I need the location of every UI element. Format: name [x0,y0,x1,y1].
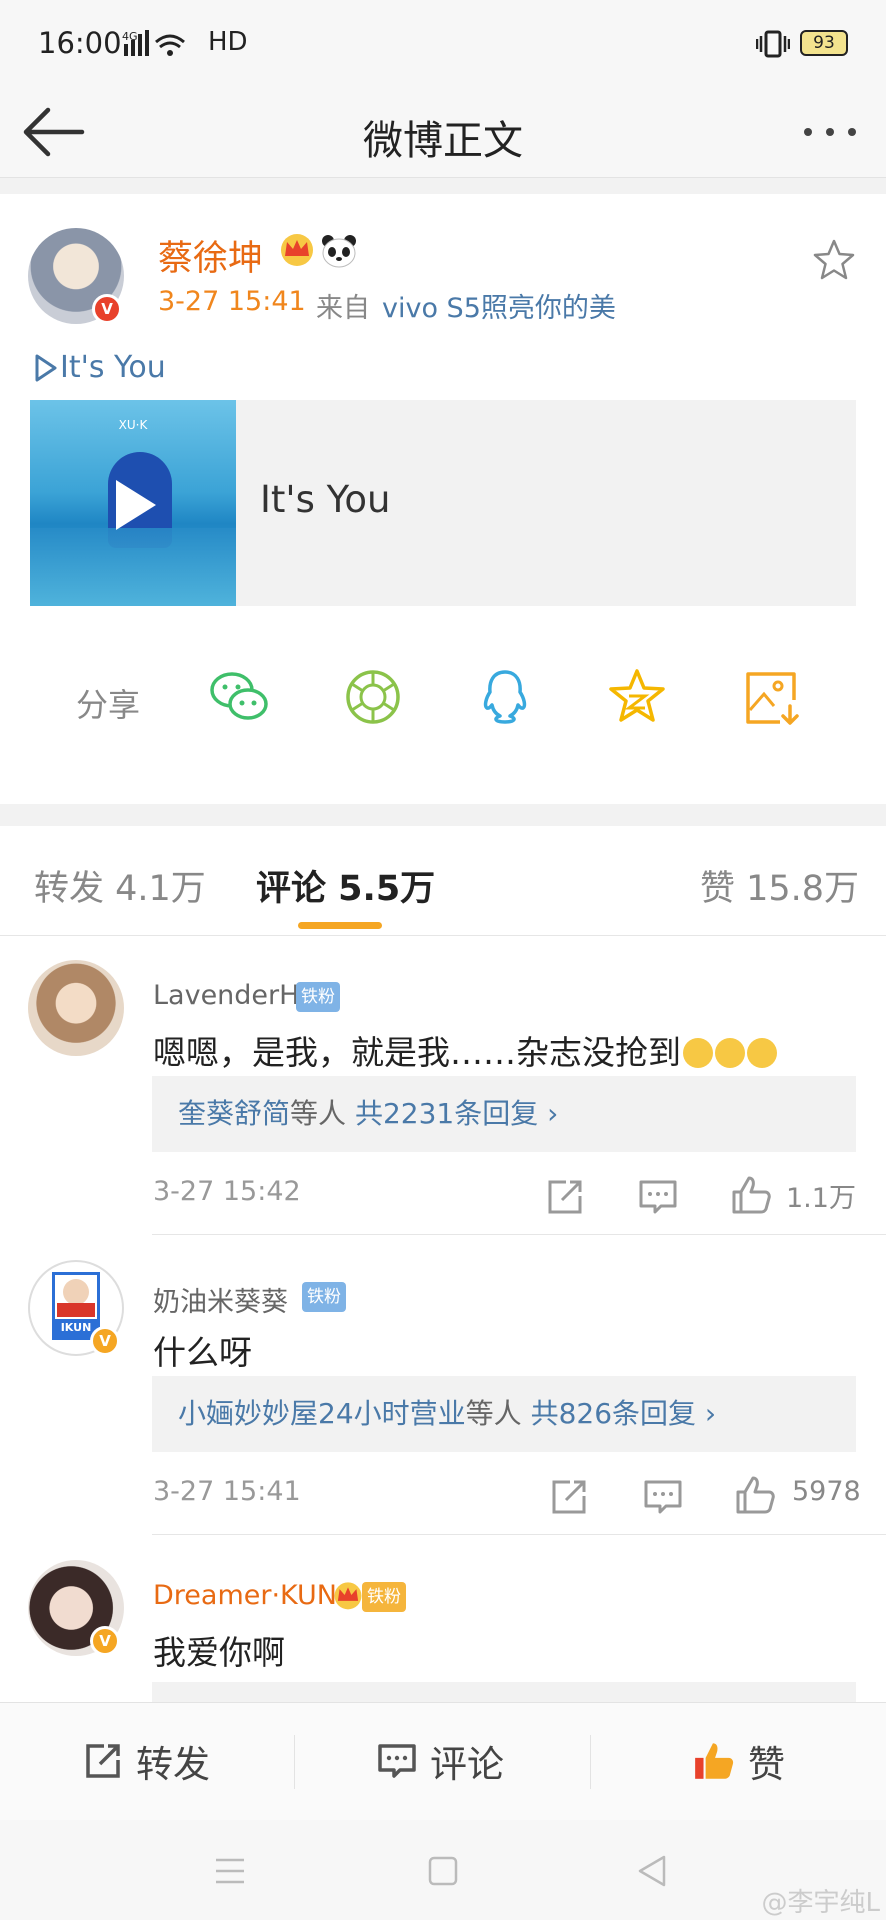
comment-time: 3-27 15:42 [153,1176,301,1207]
divider [152,1534,886,1535]
counts-bar: 转发 4.1万 评论 5.5万 赞 15.8万 [0,826,886,936]
album-cover: XU·K [30,400,236,606]
favorite-star-icon[interactable] [812,238,856,282]
comment-text: 什么呀 [153,1333,252,1372]
fan-badge: 铁粉 [302,1282,346,1312]
share-comment-icon[interactable] [544,1176,586,1218]
share-label: 分享 [76,686,141,724]
divider [294,1735,295,1789]
post-card: V 蔡徐坤 3-27 15:41 来自 vivo S5照亮你的美 It's Yo… [0,194,886,804]
panda-icon [322,235,356,268]
tab-likes[interactable]: 赞 15.8万 [700,860,859,911]
divider [152,1234,886,1235]
comment-icon [378,1744,416,1778]
music-link-text: It's You [60,350,166,385]
nav-bar: 微博正文 [0,88,886,178]
status-time: 16:00 [38,26,122,60]
play-outline-icon [35,354,57,381]
hd-label: HD [208,27,248,57]
fan-badge: 铁粉 [362,1582,406,1612]
reply-names: 奎葵舒简 [178,1097,291,1130]
wechat-icon[interactable] [208,666,270,728]
post-time: 3-27 15:41 [158,286,306,317]
reply-count: 共2231条回复 › [354,1097,559,1130]
like-comment-icon[interactable] [734,1474,776,1516]
avatar-card: IKUN [52,1272,100,1340]
source-link[interactable]: vivo S5照亮你的美 [382,286,616,325]
system-nav-bar [0,1820,886,1920]
status-bar: 16:00 4G HD 93 [0,0,886,88]
comment-text: 嗯嗯，是我，就是我……杂志没抢到 [153,1026,777,1074]
tab-reposts[interactable]: 转发 4.1万 [34,860,206,911]
author-name[interactable]: 蔡徐坤 [158,230,263,281]
crying-emoji-icon [683,1038,713,1068]
menu-icon[interactable] [214,1856,246,1886]
like-button[interactable]: 赞 [692,1735,785,1787]
reply-names: 小婳妙妙屋24小时营业 [178,1397,466,1430]
play-button-icon[interactable] [116,480,156,530]
replies-summary[interactable]: 奎葵舒简等人 共2231条回复 › [152,1076,856,1152]
music-title: It's You [260,478,391,521]
crown-icon [334,1582,362,1610]
like-comment-icon[interactable] [730,1174,772,1216]
replies-summary[interactable]: 小婳妙妙屋24小时营业等人 共826条回复 › [152,1376,856,1452]
reply-comment-icon[interactable] [642,1476,684,1518]
commenter-name[interactable]: LavenderH [153,980,299,1011]
comment-text: 我爱你啊 [153,1633,285,1672]
like-count: 1.1万 [786,1183,856,1214]
crying-emoji-icon [715,1038,745,1068]
commenter-name[interactable]: Dreamer·KUN [153,1580,337,1611]
comment-label: 评论 [430,1743,504,1786]
more-options-icon[interactable] [800,122,860,142]
comment-text-content: 嗯嗯，是我，就是我……杂志没抢到 [153,1033,681,1072]
signal-icon: 4G [122,30,185,56]
crying-emoji-icon [747,1038,777,1068]
like-thumb-icon [695,1743,734,1779]
comment-button[interactable]: 评论 [376,1735,504,1787]
source-prefix: 来自 [316,293,370,324]
active-tab-indicator [298,922,382,929]
divider [590,1735,591,1789]
page-title: 微博正文 [363,118,523,164]
like-count: 5978 [792,1476,861,1507]
cover-logo: XU·K [118,418,148,432]
qzone-icon[interactable] [606,666,668,728]
verified-badge-icon: V [90,1326,120,1356]
crown-icon [281,234,313,266]
save-image-icon[interactable] [740,666,802,728]
commenter-name[interactable]: 奶油米葵葵 [153,1280,288,1319]
repost-button[interactable]: 转发 [82,1735,210,1787]
verified-badge-icon: V [92,294,122,324]
moments-icon[interactable] [342,666,404,728]
commenter-avatar[interactable] [28,960,124,1056]
comment-time: 3-27 15:41 [153,1476,301,1507]
comments-list: LavenderH 铁粉 嗯嗯，是我，就是我……杂志没抢到 奎葵舒简等人 共22… [0,936,886,1702]
music-link[interactable]: It's You [34,350,166,385]
vibrate-icon [756,30,790,58]
network-label: 4G [122,30,138,43]
battery-indicator: 93 [800,30,848,56]
fan-badge: 铁粉 [296,982,340,1012]
replies-summary[interactable] [152,1682,856,1702]
reply-comment-icon[interactable] [637,1176,679,1218]
watermark: @李宇纯L [761,1888,881,1918]
repost-label: 转发 [136,1743,210,1786]
music-card[interactable]: XU·K It's You [30,400,856,606]
back-triangle-icon[interactable] [636,1854,668,1888]
reply-mid: 等人 [290,1097,347,1130]
tab-comments[interactable]: 评论 5.5万 [256,860,435,911]
home-icon[interactable] [428,1856,458,1886]
reply-mid: 等人 [465,1397,522,1430]
repost-icon [86,1744,120,1778]
qq-icon[interactable] [474,666,536,728]
like-label: 赞 [748,1743,785,1786]
reply-count: 共826条回复 › [530,1397,717,1430]
verified-badge-icon: V [90,1626,120,1656]
cover-water [30,528,236,606]
bottom-action-bar: 转发 评论 赞 [0,1702,886,1820]
share-comment-icon[interactable] [548,1476,590,1518]
